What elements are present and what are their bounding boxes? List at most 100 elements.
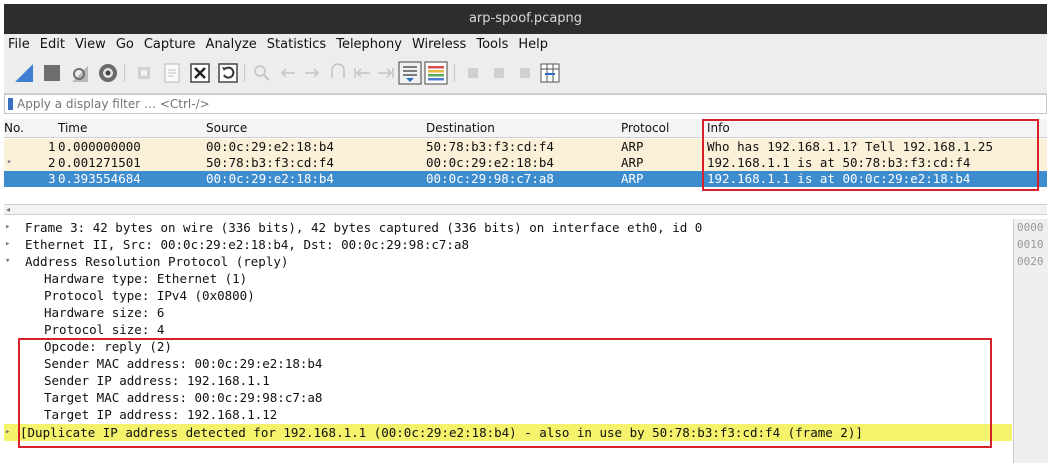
column-header-info[interactable]: Info [707, 121, 730, 135]
window-title: arp-spoof.pcapng [468, 11, 583, 26]
stop-capture-icon[interactable] [40, 61, 64, 85]
find-packet-icon[interactable] [250, 61, 274, 85]
save-file-icon[interactable] [160, 61, 184, 85]
tree-field-hardware-type[interactable]: Hardware type: Ethernet (1) [4, 270, 1012, 287]
menu-telephony[interactable]: Telephony [331, 34, 407, 55]
packet-row-selected[interactable]: 3 0.393554684 00:0c:29:e2:18:b4 00:0c:29… [4, 171, 1047, 187]
field-label: Target MAC address: 00:0c:29:98:c7:a8 [44, 390, 323, 405]
zoom-out-icon[interactable] [488, 61, 512, 85]
expand-toggle-icon[interactable]: ▸ [5, 236, 10, 253]
zoom-in-icon[interactable] [462, 61, 486, 85]
cell-source: 50:78:b3:f3:cd:f4 [206, 155, 334, 170]
cell-no: 2 [48, 155, 56, 170]
menu-go[interactable]: Go [111, 34, 139, 55]
close-file-icon[interactable] [188, 61, 212, 85]
field-label: Protocol size: 4 [44, 322, 165, 337]
cell-source: 00:0c:29:e2:18:b4 [206, 139, 334, 154]
last-packet-icon[interactable] [374, 61, 398, 85]
first-packet-icon[interactable] [350, 61, 374, 85]
cell-info: 192.168.1.1 is at 50:78:b3:f3:cd:f4 [707, 155, 971, 170]
packet-details-tree: ▸ Frame 3: 42 bytes on wire (336 bits), 4… [4, 219, 1012, 463]
tree-field-target-mac[interactable]: Target MAC address: 00:0c:29:98:c7:a8 [4, 389, 1012, 406]
autoscroll-icon[interactable] [398, 61, 422, 85]
tree-field-protocol-size[interactable]: Protocol size: 4 [4, 321, 1012, 338]
tree-item-duplicate-ip-warning[interactable]: ▸ [Duplicate IP address detected for 192.… [4, 424, 1012, 441]
expand-toggle-icon[interactable]: ▸ [5, 424, 10, 441]
hex-offset: 0000 [1017, 221, 1044, 234]
cell-no: 1 [48, 139, 56, 154]
normal-size-icon[interactable] [514, 61, 538, 85]
cell-time: 0.001271501 [58, 155, 141, 170]
menu-edit[interactable]: Edit [35, 34, 70, 55]
packet-list-header: No. Time Source Destination Protocol Inf… [4, 119, 1047, 138]
cell-info: 192.168.1.1 is at 00:0c:29:e2:18:b4 [707, 171, 971, 186]
hex-offset: 0010 [1017, 238, 1044, 251]
menu-statistics[interactable]: Statistics [262, 34, 331, 55]
menu-file[interactable]: File [4, 34, 35, 55]
tree-item-arp[interactable]: ▾ Address Resolution Protocol (reply) [4, 253, 1012, 270]
menu-view[interactable]: View [70, 34, 111, 55]
packet-list: No. Time Source Destination Protocol Inf… [4, 119, 1047, 189]
tree-item-label: Address Resolution Protocol (reply) [25, 254, 289, 269]
cell-protocol: ARP [621, 171, 644, 186]
menu-wireless[interactable]: Wireless [407, 34, 471, 55]
field-label: Hardware type: Ethernet (1) [44, 271, 248, 286]
column-header-source[interactable]: Source [206, 121, 247, 135]
tree-field-protocol-type[interactable]: Protocol type: IPv4 (0x0800) [4, 287, 1012, 304]
capture-options-icon[interactable] [96, 61, 120, 85]
field-label: Opcode: reply (2) [44, 339, 172, 354]
cell-time: 0.393554684 [58, 171, 141, 186]
tree-field-hardware-size[interactable]: Hardware size: 6 [4, 304, 1012, 321]
cell-protocol: ARP [621, 155, 644, 170]
column-header-time[interactable]: Time [58, 121, 87, 135]
tree-field-target-ip[interactable]: Target IP address: 192.168.1.12 [4, 406, 1012, 423]
main-toolbar [4, 55, 1047, 94]
expand-toggle-icon[interactable]: ▸ [5, 219, 10, 236]
tree-item-label: [Duplicate IP address detected for 192.1… [20, 425, 863, 440]
tree-item-ethernet[interactable]: ▸ Ethernet II, Src: 00:0c:29:e2:18:b4, Ds… [4, 236, 1012, 253]
cell-info: Who has 192.168.1.1? Tell 192.168.1.25 [707, 139, 993, 154]
packet-list-scrollbar[interactable]: ◂ [4, 204, 1047, 215]
go-forward-icon[interactable] [300, 61, 324, 85]
collapse-toggle-icon[interactable]: ▾ [5, 253, 10, 270]
tree-field-sender-mac[interactable]: Sender MAC address: 00:0c:29:e2:18:b4 [4, 355, 1012, 372]
resize-columns-icon[interactable] [538, 61, 562, 85]
tree-item-label: Ethernet II, Src: 00:0c:29:e2:18:b4, Dst… [25, 237, 470, 252]
bookmark-icon[interactable] [8, 98, 13, 110]
display-filter-input[interactable] [17, 96, 817, 112]
field-label: Sender MAC address: 00:0c:29:e2:18:b4 [44, 356, 323, 371]
colorize-icon[interactable] [424, 61, 448, 85]
shark-fin-start-icon[interactable] [12, 61, 36, 85]
column-header-no[interactable]: No. [4, 121, 24, 135]
cell-protocol: ARP [621, 139, 644, 154]
cell-no: 3 [48, 171, 56, 186]
cell-source: 00:0c:29:e2:18:b4 [206, 171, 334, 186]
open-file-icon[interactable] [132, 61, 156, 85]
display-filter-bar [4, 94, 1047, 114]
window-titlebar: arp-spoof.pcapng [4, 4, 1047, 34]
cell-destination: 00:0c:29:98:c7:a8 [426, 171, 554, 186]
menu-analyze[interactable]: Analyze [201, 34, 262, 55]
go-to-packet-icon[interactable] [326, 61, 350, 85]
reload-icon[interactable] [216, 61, 240, 85]
column-header-destination[interactable]: Destination [426, 121, 495, 135]
restart-capture-icon[interactable] [68, 61, 92, 85]
menu-capture[interactable]: Capture [139, 34, 201, 55]
go-back-icon[interactable] [276, 61, 300, 85]
menu-tools[interactable]: Tools [471, 34, 513, 55]
related-packet-marker: • [6, 157, 13, 168]
field-label: Hardware size: 6 [44, 305, 165, 320]
scroll-left-icon[interactable]: ◂ [6, 205, 10, 214]
cell-destination: 00:0c:29:e2:18:b4 [426, 155, 554, 170]
tree-field-opcode[interactable]: Opcode: reply (2) [4, 338, 1012, 355]
menu-help[interactable]: Help [513, 34, 553, 55]
tree-field-sender-ip[interactable]: Sender IP address: 192.168.1.1 [4, 372, 1012, 389]
field-label: Protocol type: IPv4 (0x0800) [44, 288, 255, 303]
packet-row[interactable]: • 2 0.001271501 50:78:b3:f3:cd:f4 00:0c:… [4, 155, 1047, 171]
tree-item-frame[interactable]: ▸ Frame 3: 42 bytes on wire (336 bits), 4… [4, 219, 1012, 236]
packet-row[interactable]: 1 0.000000000 00:0c:29:e2:18:b4 50:78:b3… [4, 139, 1047, 155]
field-label: Target IP address: 192.168.1.12 [44, 407, 278, 422]
cell-destination: 50:78:b3:f3:cd:f4 [426, 139, 554, 154]
column-header-protocol[interactable]: Protocol [621, 121, 669, 135]
packet-bytes-pane: 0000 0010 0020 [1013, 219, 1048, 463]
